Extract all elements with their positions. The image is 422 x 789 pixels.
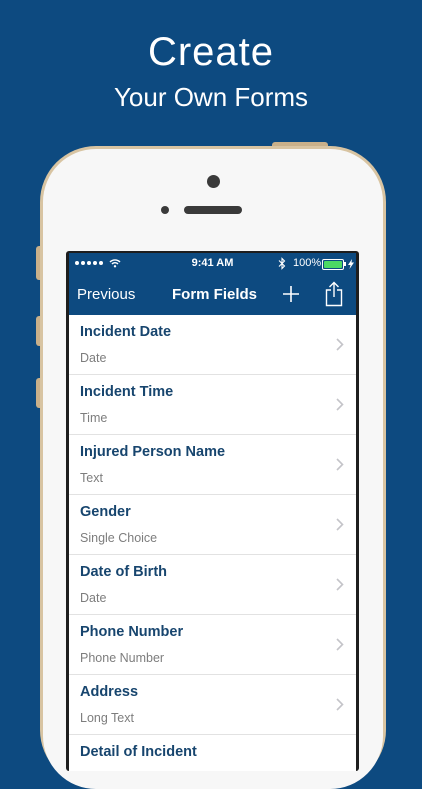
list-item[interactable]: Injured Person Name Text [69,435,356,495]
battery-icon [322,259,344,270]
headline-subtitle: Your Own Forms [113,82,309,112]
field-title: Date of Birth [80,564,167,580]
field-type: Date [80,591,107,605]
field-title: Phone Number [80,624,184,640]
list-item[interactable]: Address Long Text [69,675,356,735]
bluetooth-icon [278,257,286,270]
nav-title: Form Fields [172,286,258,303]
previous-button[interactable]: Previous [77,286,135,303]
field-type: Time [80,411,108,425]
list-item[interactable]: Incident Time Time [69,375,356,435]
field-type: Date [80,351,107,365]
field-title: Incident Date [80,324,172,340]
navigation-bar: Previous Form Fields [69,275,356,315]
earpiece-speaker [184,206,242,214]
chevron-right-icon [336,338,344,351]
chevron-right-icon [336,638,344,651]
chevron-right-icon [336,698,344,711]
battery-cap [344,262,346,266]
chevron-right-icon [336,578,344,591]
list-item[interactable]: Detail of Incident [69,735,356,771]
chevron-right-icon [336,518,344,531]
status-bar: 9:41 AM 100% [69,253,356,275]
battery-percent: 100% [293,257,322,269]
charging-bolt-icon [348,259,354,269]
field-type: Text [80,471,103,485]
list-item[interactable]: Date of Birth Date [69,555,356,615]
field-title: Detail of Incident [80,744,197,760]
list-item[interactable]: Phone Number Phone Number [69,615,356,675]
phone-screen: 9:41 AM 100% Previous Form Fields Incide… [66,251,359,771]
share-icon[interactable] [325,281,343,307]
headline-title: Create [147,30,275,74]
plus-icon[interactable] [282,285,300,303]
form-fields-list: Incident Date Date Incident Time Time In… [69,315,356,771]
list-item[interactable]: Gender Single Choice [69,495,356,555]
field-type: Long Text [80,711,134,725]
field-type: Single Choice [80,531,158,545]
list-item[interactable]: Incident Date Date [69,315,356,375]
front-camera [207,175,220,188]
app-display: 9:41 AM 100% Previous Form Fields Incide… [69,253,356,771]
field-title: Injured Person Name [80,444,226,460]
field-title: Gender [80,504,131,520]
field-type: Phone Number [80,651,165,665]
proximity-sensor [161,206,169,214]
field-title: Address [80,684,139,700]
chevron-right-icon [336,398,344,411]
chevron-right-icon [336,458,344,471]
field-title: Incident Time [80,384,174,400]
